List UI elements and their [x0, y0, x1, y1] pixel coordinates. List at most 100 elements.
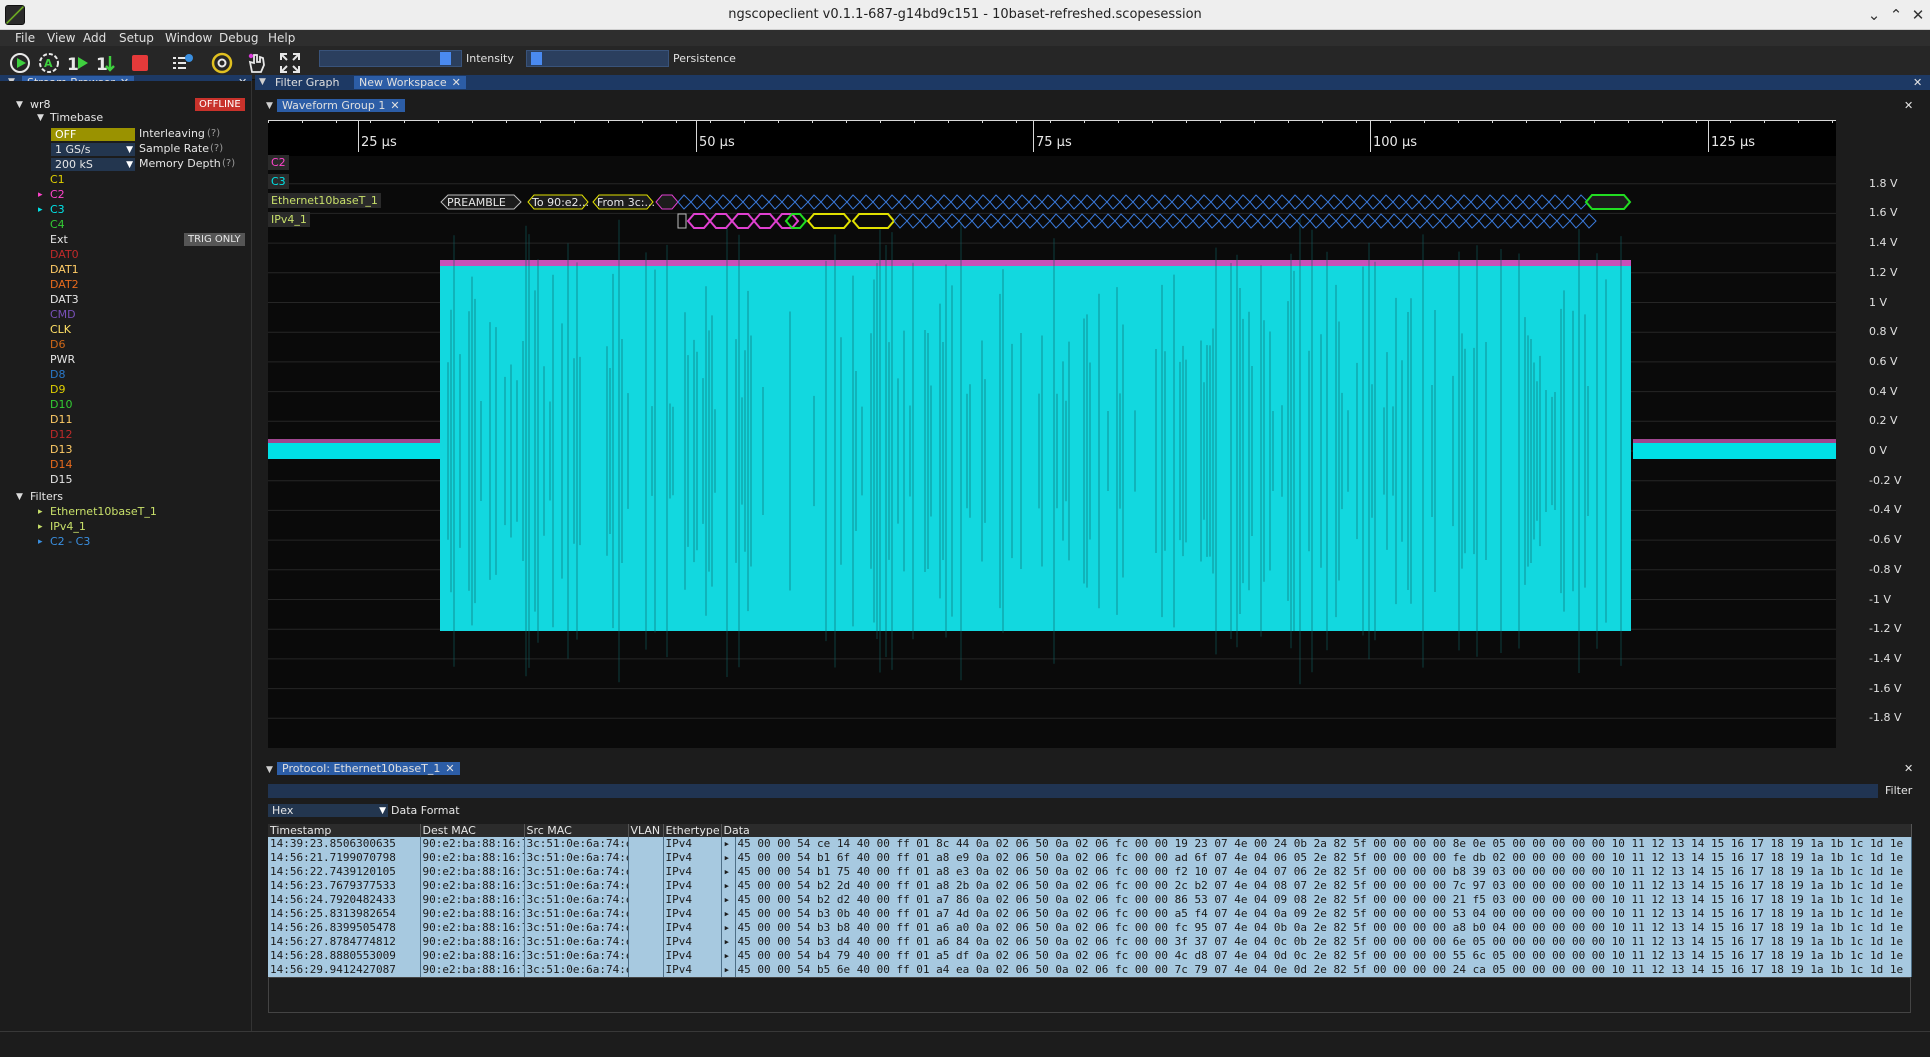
channel-c4[interactable]: C4 [50, 218, 65, 231]
expand-row-icon[interactable]: ▸ [721, 963, 736, 977]
fullscreen-icon[interactable] [278, 51, 302, 75]
history-icon[interactable] [171, 51, 195, 75]
close-panel-icon[interactable]: ✕ [1913, 76, 1922, 89]
trigger-start-icon[interactable] [8, 51, 32, 75]
menu-setup[interactable]: Setup [119, 31, 154, 45]
expand-row-icon[interactable]: ▸ [721, 921, 736, 935]
trigger-force-icon[interactable]: 1 [95, 51, 119, 75]
channel-c1[interactable]: C1 [50, 173, 65, 186]
packet-table[interactable]: Timestamp Dest MAC Src MAC VLAN Ethertype Dat… [268, 824, 1912, 977]
collapse-arrow-icon[interactable]: ▼ [16, 100, 23, 110]
tab-waveform-group[interactable]: Waveform Group 1 ✕ [277, 99, 405, 112]
expand-arrow-icon[interactable]: ▸ [38, 522, 43, 532]
menu-debug[interactable]: Debug [219, 31, 258, 45]
column-header[interactable]: Timestamp [268, 824, 421, 837]
persistence-slider-handle[interactable] [530, 52, 542, 65]
channel-d13[interactable]: D13 [50, 443, 72, 456]
expand-row-icon[interactable]: ▸ [721, 935, 736, 949]
tab-filter-graph[interactable]: Filter Graph [270, 76, 344, 89]
table-row[interactable]: 14:56:28.8880553009 90:e2:ba:88:16:7d 3c:5… [268, 949, 1912, 963]
tab-protocol[interactable]: Protocol: Ethernet10baseT_1 ✕ [277, 762, 460, 775]
table-row[interactable]: 14:56:22.7439120105 90:e2:ba:88:16:7d 3c:5… [268, 865, 1912, 879]
timeline-ruler[interactable]: 25 µs 50 µs 75 µs 100 µs 125 µs [268, 120, 1836, 156]
menu-window[interactable]: Window [165, 31, 212, 45]
panel-menu-icon[interactable]: ▼ [266, 101, 273, 111]
channel-d6[interactable]: D6 [50, 338, 65, 351]
channel-d14[interactable]: D14 [50, 458, 72, 471]
filter-item[interactable]: C2 - C3 [50, 535, 90, 548]
channel-d12[interactable]: D12 [50, 428, 72, 441]
voltage-axis[interactable]: 1.8 V 1.6 V 1.4 V 1.2 V 1 V 0.8 V 0.6 V 0.4 V 0.… [1836, 156, 1930, 756]
menu-file[interactable]: File [15, 31, 35, 45]
channel-dat0[interactable]: DAT0 [50, 248, 79, 261]
menu-view[interactable]: View [47, 31, 75, 45]
measure-icon[interactable] [245, 51, 269, 75]
menu-help[interactable]: Help [268, 31, 295, 45]
persistence-slider[interactable] [526, 50, 669, 67]
column-header[interactable]: Src MAC [524, 824, 629, 837]
collapse-arrow-icon[interactable]: ▼ [16, 492, 23, 502]
expand-row-icon[interactable]: ▸ [721, 851, 736, 865]
instrument-name[interactable]: wr8 [30, 98, 51, 111]
table-row[interactable]: 14:56:25.8313982654 90:e2:ba:88:16:7d 3c:5… [268, 907, 1912, 921]
expand-arrow-icon[interactable]: ▸ [38, 205, 43, 215]
trace-label-ethernet10baset-1[interactable]: Ethernet10baseT_1 [268, 193, 381, 208]
expand-row-icon[interactable]: ▸ [721, 879, 736, 893]
waveform-area[interactable]: PREAMBLE To 90:e2... From 3c:... [268, 120, 1836, 748]
help-hint[interactable]: (?) [207, 128, 220, 139]
table-row[interactable]: 14:56:21.7199070798 90:e2:ba:88:16:7d 3c:5… [268, 851, 1912, 865]
expand-row-icon[interactable]: ▸ [721, 893, 736, 907]
expand-row-icon[interactable]: ▸ [721, 949, 736, 963]
close-tab-icon[interactable]: ✕ [390, 99, 399, 112]
trigger-auto-icon[interactable]: A [37, 51, 61, 75]
table-row[interactable]: 14:56:27.8784774812 90:e2:ba:88:16:7d 3c:5… [268, 935, 1912, 949]
trigger-single-icon[interactable]: 1 [66, 51, 90, 75]
channel-dat2[interactable]: DAT2 [50, 278, 79, 291]
table-row[interactable]: 14:39:23.8506300635 90:e2:ba:88:16:7d 3c:5… [268, 837, 1912, 851]
interleaving-toggle[interactable]: OFF [51, 128, 135, 141]
trace-label-c2[interactable]: C2 [268, 155, 289, 170]
expand-arrow-icon[interactable]: ▸ [38, 190, 43, 200]
channel-dat1[interactable]: DAT1 [50, 263, 79, 276]
channel-pwr[interactable]: PWR [50, 353, 75, 366]
trace-label-ipv4-1[interactable]: IPv4_1 [268, 212, 310, 227]
expand-arrow-icon[interactable]: ▸ [38, 537, 43, 547]
column-header[interactable]: Data [721, 824, 1912, 837]
expand-arrow-icon[interactable]: ▸ [38, 507, 43, 517]
channel-d11[interactable]: D11 [50, 413, 72, 426]
intensity-slider-handle[interactable] [439, 52, 451, 65]
tab-new-workspace[interactable]: New Workspace ✕ [354, 76, 466, 89]
column-header[interactable]: Ethertype [663, 824, 722, 837]
channel-d15[interactable]: D15 [50, 473, 72, 486]
column-header[interactable]: VLAN [628, 824, 664, 837]
filter-input[interactable] [268, 784, 1878, 798]
preferences-icon[interactable] [210, 51, 234, 75]
trace-label-c3[interactable]: C3 [268, 174, 289, 189]
help-hint[interactable]: (?) [222, 158, 235, 169]
collapse-arrow-icon[interactable]: ▼ [37, 113, 44, 123]
column-header[interactable]: Dest MAC [420, 824, 525, 837]
panel-menu-icon[interactable]: ▼ [259, 77, 266, 87]
expand-row-icon[interactable]: ▸ [721, 907, 736, 921]
waveform-plot[interactable]: PREAMBLE To 90:e2... From 3c:... [268, 120, 1836, 748]
filters-label[interactable]: Filters [30, 490, 63, 503]
table-row[interactable]: 14:56:23.7679377533 90:e2:ba:88:16:7d 3c:5… [268, 879, 1912, 893]
stop-icon[interactable] [128, 51, 152, 75]
sample-rate-select[interactable]: 1 GS/s ▼ [51, 143, 135, 156]
channel-c3[interactable]: C3 [50, 203, 65, 216]
filter-item[interactable]: Ethernet10baseT_1 [50, 505, 157, 518]
data-format-select[interactable]: Hex ▼ [268, 804, 388, 817]
filter-item[interactable]: IPv4_1 [50, 520, 86, 533]
memory-depth-select[interactable]: 200 kS ▼ [51, 158, 135, 171]
expand-row-icon[interactable]: ▸ [721, 865, 736, 879]
channel-d9[interactable]: D9 [50, 383, 65, 396]
intensity-slider[interactable] [319, 50, 462, 67]
channel-c2[interactable]: C2 [50, 188, 65, 201]
table-row[interactable]: 14:56:24.7920482433 90:e2:ba:88:16:7d 3c:5… [268, 893, 1912, 907]
channel-d8[interactable]: D8 [50, 368, 65, 381]
panel-menu-icon[interactable]: ▼ [266, 765, 273, 775]
close-window-icon[interactable]: ✕ [1908, 5, 1928, 25]
menu-add[interactable]: Add [83, 31, 106, 45]
close-panel-icon[interactable]: ✕ [1904, 99, 1913, 112]
minimize-icon[interactable]: ⌄ [1864, 5, 1884, 25]
